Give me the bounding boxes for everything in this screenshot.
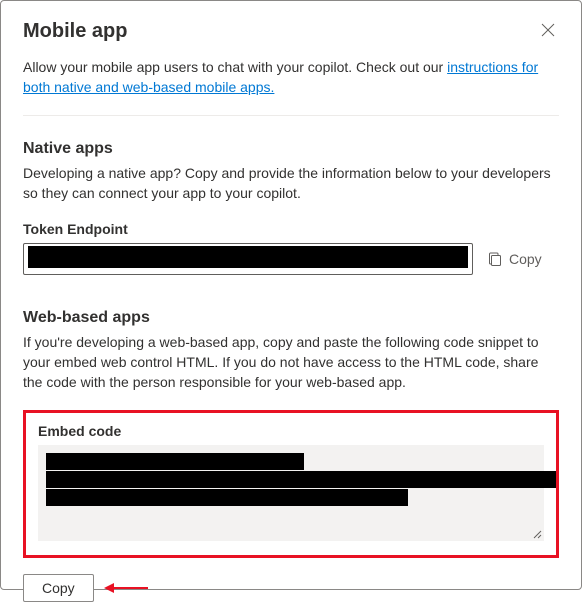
panel-header: Mobile app: [23, 19, 559, 44]
web-apps-heading: Web-based apps: [23, 309, 559, 327]
embed-highlight-box: Embed code: [23, 410, 559, 558]
redacted-content: [28, 246, 468, 268]
native-apps-description: Developing a native app? Copy and provid…: [23, 164, 559, 203]
close-icon: [541, 23, 555, 37]
divider: [23, 115, 559, 116]
copy-token-label: Copy: [509, 251, 542, 267]
arrow-annotation-icon: [104, 581, 148, 595]
close-button[interactable]: [537, 19, 559, 44]
intro-prefix: Allow your mobile app users to chat with…: [23, 59, 447, 75]
native-apps-heading: Native apps: [23, 140, 559, 158]
web-apps-description: If you're developing a web-based app, co…: [23, 333, 559, 392]
token-endpoint-input[interactable]: [23, 243, 473, 275]
embed-code-textarea[interactable]: [38, 445, 544, 541]
copy-embed-button[interactable]: Copy: [23, 574, 94, 602]
token-endpoint-row: Copy: [23, 243, 559, 275]
copy-token-button[interactable]: Copy: [487, 251, 542, 267]
embed-code-label: Embed code: [38, 423, 544, 439]
mobile-app-panel: Mobile app Allow your mobile app users t…: [0, 0, 582, 590]
copy-icon: [487, 251, 503, 267]
copy-button-row: Copy: [23, 574, 559, 602]
redacted-embed-content: [46, 451, 536, 535]
intro-text: Allow your mobile app users to chat with…: [23, 58, 559, 97]
panel-title: Mobile app: [23, 20, 127, 43]
token-endpoint-label: Token Endpoint: [23, 221, 559, 237]
